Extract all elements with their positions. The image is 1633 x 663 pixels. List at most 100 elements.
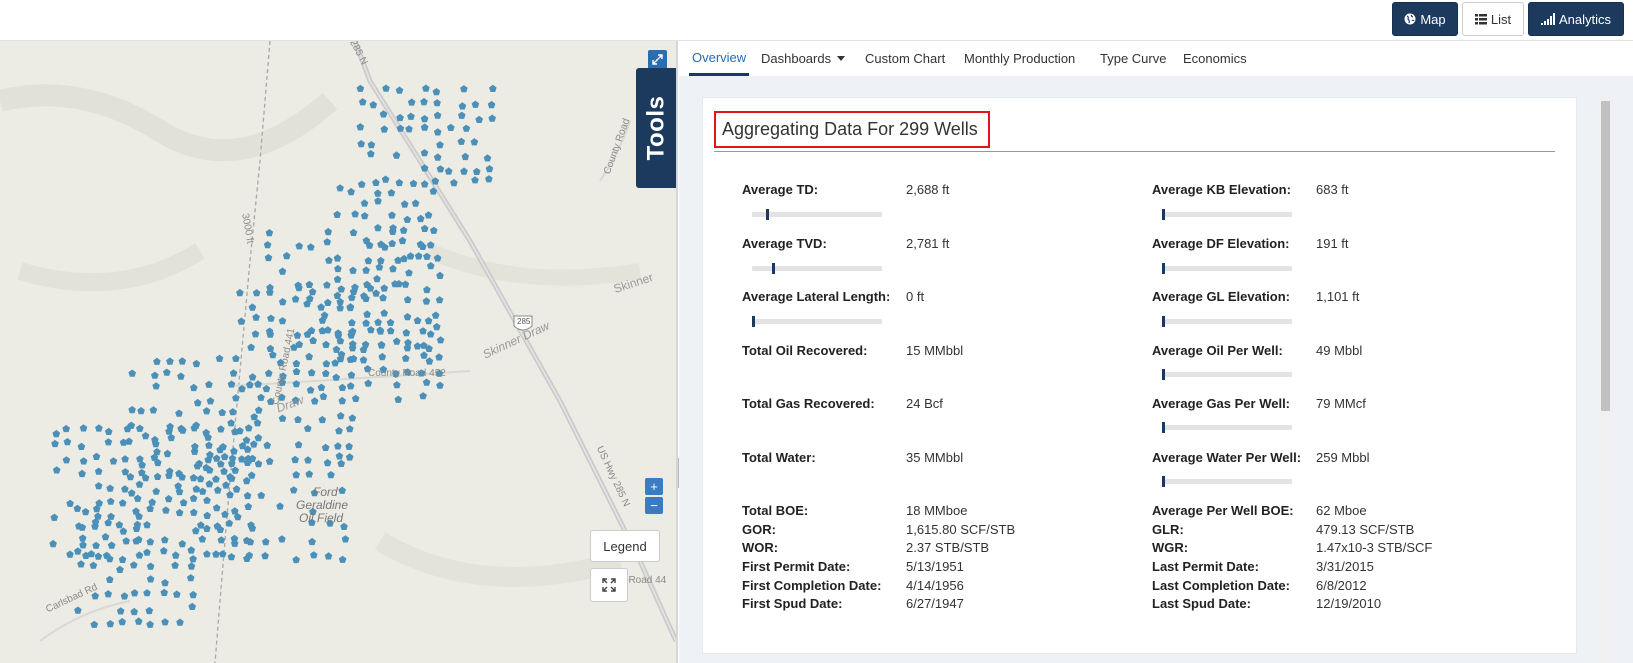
stat-value: 1,615.80 SCF/STB <box>906 522 1016 537</box>
stat-label: Total BOE: <box>742 503 809 518</box>
caret-down-icon <box>837 56 846 61</box>
stat-label: GOR: <box>742 522 776 537</box>
stat-value: 5/13/1951 <box>906 559 964 574</box>
stat-label: Last Completion Date: <box>1152 578 1290 593</box>
stat-bar-track <box>1162 369 1292 380</box>
list-view-button[interactable]: List <box>1462 2 1524 36</box>
expand-arrows-icon <box>652 54 663 65</box>
map-view-button[interactable]: Map <box>1392 2 1458 36</box>
signal-bars-icon <box>1540 13 1555 25</box>
stat-value: 35 MMbbl <box>906 450 964 465</box>
map-label-oil-field: Oil Field <box>299 511 344 525</box>
tab-economics[interactable]: Economics <box>1183 41 1247 76</box>
stat-label: WOR: <box>742 540 779 555</box>
stat-label: Last Permit Date: <box>1152 559 1259 574</box>
tab-dashboards-label: Dashboards <box>761 51 832 66</box>
stat-label: Average TD: <box>742 182 819 197</box>
map-label-shield-285: 285 <box>517 317 531 326</box>
analytics-view-button[interactable]: Analytics <box>1528 2 1624 36</box>
stat-value: 62 Mboe <box>1316 503 1367 518</box>
stat-value: 0 ft <box>906 289 925 304</box>
stat-bar-marker <box>1162 422 1165 433</box>
stat-label: Average Lateral Length: <box>742 289 891 304</box>
stat-value: 4/14/1956 <box>906 578 964 593</box>
tab-type-curve[interactable]: Type Curve <box>1100 41 1166 76</box>
stat-bar-marker <box>1162 369 1165 380</box>
stat-value: 49 Mbbl <box>1316 343 1363 358</box>
stat-bar-marker <box>765 209 769 220</box>
tab-overview[interactable]: Overview <box>689 41 750 76</box>
stat-label: First Completion Date: <box>742 578 882 593</box>
stat-label: Average Per Well BOE: <box>1152 503 1294 518</box>
analytics-view-label: Analytics <box>1558 11 1612 27</box>
map-label-ford: Ford <box>313 485 338 499</box>
stat-label: Total Gas Recovered: <box>742 396 875 411</box>
stat-label: Average Water Per Well: <box>1152 450 1302 465</box>
stat-bar-marker <box>1162 316 1165 327</box>
stat-bar-marker <box>1162 209 1165 220</box>
stat-value: 479.13 SCF/STB <box>1316 522 1415 537</box>
map-panel[interactable]: 285 N County Road 3000 ft Skinner Skinne… <box>0 41 676 663</box>
map-label-county-road-452: County Road 452 <box>368 368 446 379</box>
stat-label: Average GL Elevation: <box>1152 289 1290 304</box>
map-view-label: Map <box>1420 11 1446 27</box>
stat-bar-track <box>1162 476 1292 487</box>
panel-splitter[interactable] <box>676 41 678 663</box>
stat-value: 6/8/2012 <box>1316 578 1367 593</box>
stat-label: Total Oil Recovered: <box>742 343 868 358</box>
stat-value: 1,101 ft <box>1316 289 1360 304</box>
list-view-label: List <box>1490 11 1512 27</box>
stat-bar-track <box>1162 422 1292 433</box>
stat-bar-track <box>1162 316 1292 327</box>
stat-value: 24 Bcf <box>906 396 943 411</box>
stat-value: 2.37 STB/STB <box>906 540 990 555</box>
fullscreen-icon <box>602 578 616 592</box>
map-basemap <box>0 41 676 663</box>
tab-dashboards[interactable]: Dashboards <box>761 41 846 76</box>
fit-extent-button[interactable] <box>590 568 628 602</box>
stat-bar-marker <box>752 316 755 327</box>
stat-value: 2,781 ft <box>906 236 950 251</box>
tab-monthly-production[interactable]: Monthly Production <box>964 41 1075 76</box>
expand-map-button[interactable] <box>648 50 667 69</box>
list-icon <box>1474 13 1487 25</box>
overview-heading: Aggregating Data For 299 Wells <box>722 119 978 139</box>
stat-value: 12/19/2010 <box>1316 596 1382 611</box>
zoom-out-button[interactable]: − <box>645 497 663 514</box>
stat-value: 15 MMbbl <box>906 343 964 358</box>
stat-value: 18 MMboe <box>906 503 968 518</box>
stat-label: First Permit Date: <box>742 559 851 574</box>
stat-bar-marker <box>1162 263 1165 274</box>
stat-label: GLR: <box>1152 522 1184 537</box>
stat-value: 79 MMcf <box>1316 396 1366 411</box>
stat-value: 2,688 ft <box>906 182 950 197</box>
stat-value: 683 ft <box>1316 182 1349 197</box>
map-label-geraldine: Geraldine <box>296 498 349 512</box>
stat-value: 3/31/2015 <box>1316 559 1374 574</box>
stat-bar-track <box>1162 263 1292 274</box>
stat-value: 259 Mbbl <box>1316 450 1370 465</box>
stat-value: 6/27/1947 <box>906 596 964 611</box>
stat-label: Total Water: <box>742 450 816 465</box>
stat-label: Average Oil Per Well: <box>1152 343 1283 358</box>
tools-label: Tools <box>642 95 669 161</box>
analytics-pane: Overview Dashboards Custom Chart Monthly… <box>679 41 1633 663</box>
stat-label: Average KB Elevation: <box>1152 182 1291 197</box>
stat-bar-marker <box>772 263 776 274</box>
pane-scrollbar-thumb[interactable] <box>1601 101 1610 411</box>
top-toolbar: Map List Analytics <box>0 0 1633 41</box>
stat-label: Average TVD: <box>742 236 827 251</box>
legend-button[interactable]: Legend <box>590 530 660 562</box>
stat-label: First Spud Date: <box>742 596 843 611</box>
stat-bar-track <box>752 209 882 220</box>
globe-icon <box>1404 13 1416 25</box>
stat-label: Last Spud Date: <box>1152 596 1251 611</box>
stat-bar-marker <box>1162 476 1165 487</box>
zoom-in-button[interactable]: + <box>645 478 663 495</box>
stat-bar-track <box>1162 209 1292 220</box>
stat-bar-track <box>752 316 882 327</box>
stat-label: Average Gas Per Well: <box>1152 396 1291 411</box>
stat-value: 191 ft <box>1316 236 1349 251</box>
tools-panel-toggle[interactable]: Tools <box>636 68 676 188</box>
tab-custom-chart[interactable]: Custom Chart <box>865 41 945 76</box>
